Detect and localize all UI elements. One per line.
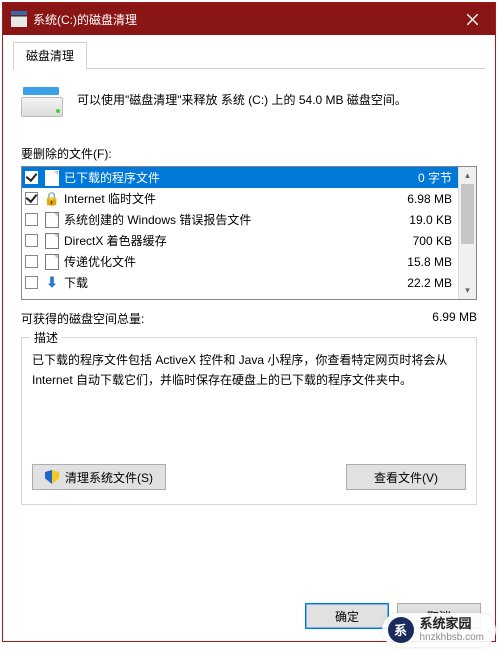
page-icon (44, 233, 60, 249)
file-row[interactable]: 已下载的程序文件0 字节 (22, 167, 458, 188)
page-icon (44, 170, 60, 186)
total-value: 6.99 MB (377, 310, 477, 327)
close-button[interactable] (449, 3, 495, 35)
file-name: 系统创建的 Windows 错误报告文件 (64, 211, 382, 228)
watermark-title: 系统家园 (420, 617, 484, 632)
watermark-logo: 系 (388, 617, 414, 643)
file-name: Internet 临时文件 (64, 190, 382, 207)
titlebar[interactable]: 系统(C:)的磁盘清理 (3, 3, 495, 35)
total-row: 可获得的磁盘空间总量: 6.99 MB (21, 310, 477, 327)
intro-row: 可以使用"磁盘清理"来释放 系统 (C:) 上的 54.0 MB 磁盘空间。 (21, 87, 477, 125)
file-checkbox[interactable] (25, 234, 38, 247)
lock-icon: 🔒 (44, 191, 60, 207)
clean-system-files-label: 清理系统文件(S) (65, 469, 153, 486)
shield-icon (45, 470, 59, 484)
file-checkbox[interactable] (25, 255, 38, 268)
drive-large-icon (21, 87, 63, 125)
file-checkbox[interactable] (25, 171, 38, 184)
page-icon (44, 212, 60, 228)
file-row[interactable]: 🔒Internet 临时文件6.98 MB (22, 188, 458, 209)
file-row[interactable]: 系统创建的 Windows 错误报告文件19.0 KB (22, 209, 458, 230)
file-size: 22.2 MB (382, 276, 454, 290)
scroll-thumb[interactable] (461, 184, 474, 244)
file-size: 19.0 KB (382, 213, 454, 227)
file-checkbox[interactable] (25, 192, 38, 205)
tab-disk-cleanup[interactable]: 磁盘清理 (13, 42, 87, 70)
file-size: 6.98 MB (382, 192, 454, 206)
clean-system-files-button[interactable]: 清理系统文件(S) (32, 464, 166, 490)
intro-text: 可以使用"磁盘清理"来释放 系统 (C:) 上的 54.0 MB 磁盘空间。 (77, 87, 477, 110)
watermark-url: hnzkhbsb.com (420, 632, 484, 644)
file-checkbox[interactable] (25, 213, 38, 226)
window-title: 系统(C:)的磁盘清理 (33, 11, 449, 28)
drive-icon (11, 11, 27, 27)
scroll-down-button[interactable]: ▾ (459, 282, 476, 299)
download-icon: ⬇ (44, 275, 60, 291)
ok-button[interactable]: 确定 (305, 603, 389, 629)
close-icon (467, 14, 478, 25)
page-icon (44, 254, 60, 270)
description-group: 描述 已下载的程序文件包括 ActiveX 控件和 Java 小程序，你查看特定… (21, 337, 477, 505)
file-size: 0 字节 (382, 169, 454, 186)
files-label: 要删除的文件(F): (21, 145, 477, 162)
file-name: 传递优化文件 (64, 253, 382, 270)
scroll-up-button[interactable]: ▴ (459, 167, 476, 184)
watermark: 系 系统家园 hnzkhbsb.com (382, 613, 496, 647)
tab-strip: 磁盘清理 (13, 43, 485, 69)
file-row[interactable]: DirectX 着色器缓存700 KB (22, 230, 458, 251)
scrollbar[interactable]: ▴ ▾ (458, 167, 476, 299)
file-size: 15.8 MB (382, 255, 454, 269)
file-checkbox[interactable] (25, 276, 38, 289)
description-text: 已下载的程序文件包括 ActiveX 控件和 Java 小程序，你查看特定网页时… (32, 350, 466, 422)
file-row[interactable]: 传递优化文件15.8 MB (22, 251, 458, 272)
view-files-button[interactable]: 查看文件(V) (346, 464, 466, 490)
file-name: 下载 (64, 274, 382, 291)
file-name: DirectX 着色器缓存 (64, 232, 382, 249)
file-name: 已下载的程序文件 (64, 169, 382, 186)
total-label: 可获得的磁盘空间总量: (21, 310, 377, 327)
file-size: 700 KB (382, 234, 454, 248)
dialog-window: 系统(C:)的磁盘清理 磁盘清理 可以使用"磁盘清理"来释放 系统 (C:) 上… (2, 2, 496, 642)
file-row[interactable]: ⬇下载22.2 MB (22, 272, 458, 293)
description-legend: 描述 (30, 329, 62, 346)
file-list[interactable]: 已下载的程序文件0 字节🔒Internet 临时文件6.98 MB系统创建的 W… (21, 166, 477, 300)
view-files-label: 查看文件(V) (374, 469, 438, 486)
